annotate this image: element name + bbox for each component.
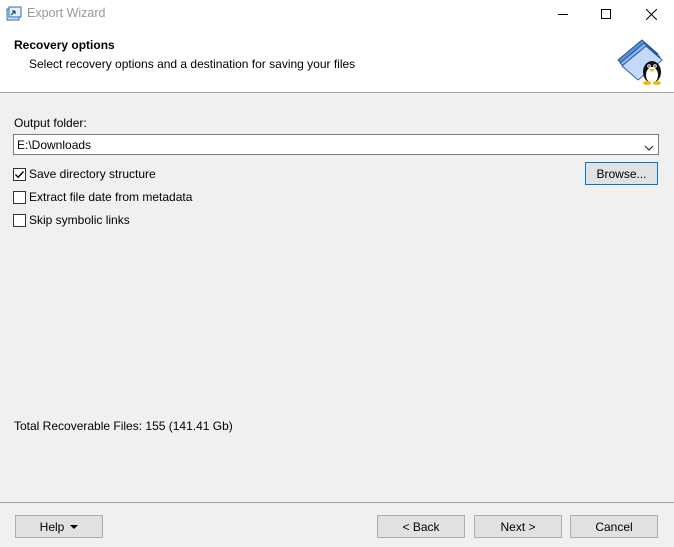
title-bar: Export Wizard: [0, 0, 674, 28]
skip-symbolic-links-label: Skip symbolic links: [29, 213, 130, 227]
help-button-label: Help: [39, 519, 65, 534]
help-button[interactable]: Help: [15, 515, 103, 538]
wizard-header: Recovery options Select recovery options…: [0, 28, 674, 93]
maximize-icon: [601, 9, 611, 19]
output-folder-label: Output folder:: [14, 116, 87, 130]
close-icon: [645, 8, 657, 20]
app-icon: [6, 6, 22, 22]
output-folder-combobox[interactable]: E:\Downloads: [13, 134, 659, 155]
penguin-book-logo-icon: [614, 36, 666, 86]
window-title: Export Wizard: [27, 6, 106, 20]
next-button[interactable]: Next >: [474, 515, 562, 538]
output-folder-value: E:\Downloads: [17, 138, 92, 152]
option-skip-symbolic-links[interactable]: Skip symbolic links: [13, 212, 130, 228]
checkmark-icon: [15, 170, 25, 178]
option-extract-file-date[interactable]: Extract file date from metadata: [13, 189, 192, 205]
skip-symbolic-links-checkbox[interactable]: [13, 213, 26, 227]
save-directory-structure-checkbox[interactable]: [13, 167, 26, 181]
save-directory-structure-label: Save directory structure: [29, 167, 156, 181]
page-subtitle: Select recovery options and a destinatio…: [29, 57, 356, 71]
minimize-icon: [558, 14, 568, 15]
dropdown-caret-icon: [70, 524, 79, 529]
chevron-down-icon[interactable]: [644, 141, 654, 151]
extract-file-date-label: Extract file date from metadata: [29, 190, 193, 204]
close-button[interactable]: [628, 0, 674, 28]
cancel-button[interactable]: Cancel: [570, 515, 658, 538]
minimize-button[interactable]: [540, 0, 586, 28]
total-recoverable-files: Total Recoverable Files: 155 (141.41 Gb): [14, 419, 233, 433]
footer-divider: [0, 502, 674, 503]
option-save-directory-structure[interactable]: Save directory structure: [13, 166, 156, 182]
back-button[interactable]: < Back: [377, 515, 465, 538]
maximize-button[interactable]: [583, 0, 629, 28]
page-title: Recovery options: [14, 38, 115, 52]
extract-file-date-checkbox[interactable]: [13, 190, 26, 204]
browse-button[interactable]: Browse...: [585, 162, 658, 185]
